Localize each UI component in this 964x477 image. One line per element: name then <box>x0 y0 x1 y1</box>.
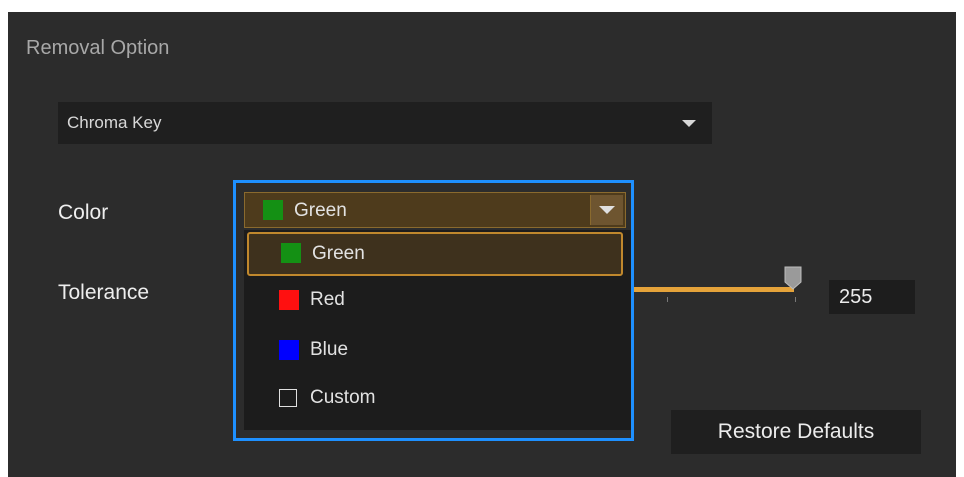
chevron-down-icon <box>682 120 696 127</box>
tolerance-slider-fill <box>626 287 794 292</box>
color-label: Color <box>58 201 109 224</box>
removal-method-value: Chroma Key <box>67 113 162 132</box>
slider-tick <box>795 297 796 302</box>
removal-method-select[interactable]: Chroma Key <box>58 102 712 144</box>
slider-thumb[interactable] <box>783 266 803 290</box>
section-title: Removal Option <box>26 37 170 59</box>
focus-highlight <box>233 180 634 441</box>
tolerance-value-input[interactable]: 255 <box>829 280 915 314</box>
tolerance-label: Tolerance <box>58 281 150 304</box>
slider-tick <box>667 297 668 302</box>
restore-defaults-button[interactable]: Restore Defaults <box>671 410 921 454</box>
